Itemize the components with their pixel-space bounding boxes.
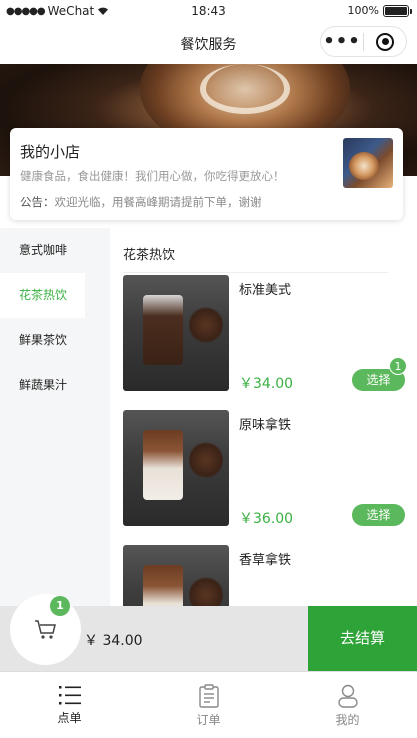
status-bar: ●●●●● WeChat 18:43 100%	[0, 0, 417, 22]
product-name: 标准美式	[239, 283, 292, 298]
product-item: 标准美式 ￥34.00 选择 1	[123, 275, 407, 392]
notice-text: 欢迎光临，用餐高峰期请提前下单，谢谢	[54, 195, 262, 209]
product-name: 原味拿铁	[239, 418, 292, 433]
select-button[interactable]: 选择	[352, 504, 405, 526]
status-right: 100%	[347, 4, 412, 17]
product-list: 花茶热饮 标准美式 ￥34.00 选择 1 原味拿铁 ￥36.00 选择 香草拿…	[110, 228, 417, 606]
product-image[interactable]	[123, 410, 229, 526]
sidebar-item-espresso[interactable]: 意式咖啡	[0, 228, 110, 273]
sidebar-item-juice[interactable]: 鲜蔬果汁	[0, 363, 110, 408]
list-icon	[58, 686, 81, 705]
product-price: ￥34.00	[239, 376, 294, 392]
tab-profile[interactable]: 我的	[278, 672, 417, 738]
cart-total: ￥ 34.00	[84, 633, 143, 649]
close-circle-icon	[376, 32, 394, 51]
close-button[interactable]	[364, 32, 406, 51]
product-image[interactable]	[123, 275, 229, 391]
category-sidebar: 意式咖啡 花茶热饮 鲜果茶饮 鲜蔬果汁	[0, 228, 110, 606]
shop-info-card: 我的小店 健康食品，食出健康！我们用心做，你吃得更放心！ 公告：欢迎光临，用餐高…	[10, 128, 403, 220]
latte-art	[200, 64, 290, 114]
tab-order[interactable]: 点单	[0, 672, 139, 738]
category-divider	[123, 272, 388, 273]
product-item: 原味拿铁 ￥36.00 选择	[123, 410, 405, 527]
shopping-cart-icon	[34, 619, 56, 639]
cart-bar: 1 ￥ 34.00 去结算	[0, 594, 417, 671]
clipboard-icon	[198, 684, 219, 708]
cart-button[interactable]	[10, 594, 81, 665]
shop-logo	[343, 138, 393, 188]
sidebar-item-fruit-tea[interactable]: 鲜果茶饮	[0, 318, 110, 363]
battery-percent: 100%	[347, 4, 379, 17]
sidebar-item-flower-tea[interactable]: 花茶热饮	[0, 273, 85, 318]
more-button[interactable]: •••	[321, 28, 363, 56]
tab-orders[interactable]: 订单	[139, 672, 278, 738]
product-price: ￥36.00	[239, 511, 294, 527]
tab-label: 点单	[57, 711, 82, 725]
product-count-badge: 1	[389, 357, 407, 375]
shop-name: 我的小店	[20, 143, 81, 161]
nav-bar: 餐饮服务 •••	[0, 22, 417, 64]
tab-label: 订单	[196, 713, 221, 727]
menu-capsule: •••	[320, 26, 407, 57]
product-image[interactable]	[123, 545, 229, 606]
cart-count-badge: 1	[50, 596, 70, 616]
shop-notice: 公告：欢迎光临，用餐高峰期请提前下单，谢谢	[20, 194, 262, 210]
product-item: 香草拿铁	[123, 545, 405, 606]
product-name: 香草拿铁	[239, 553, 292, 568]
shop-description: 健康食品，食出健康！我们用心做，你吃得更放心！	[20, 169, 285, 183]
checkout-button[interactable]: 去结算	[308, 606, 417, 671]
tab-label: 我的	[335, 713, 360, 727]
notice-label: 公告：	[20, 195, 55, 209]
user-icon	[337, 684, 358, 708]
battery-icon	[383, 4, 412, 17]
category-title: 花茶热饮	[123, 248, 176, 263]
tab-bar: 点单 订单 我的	[0, 671, 417, 738]
